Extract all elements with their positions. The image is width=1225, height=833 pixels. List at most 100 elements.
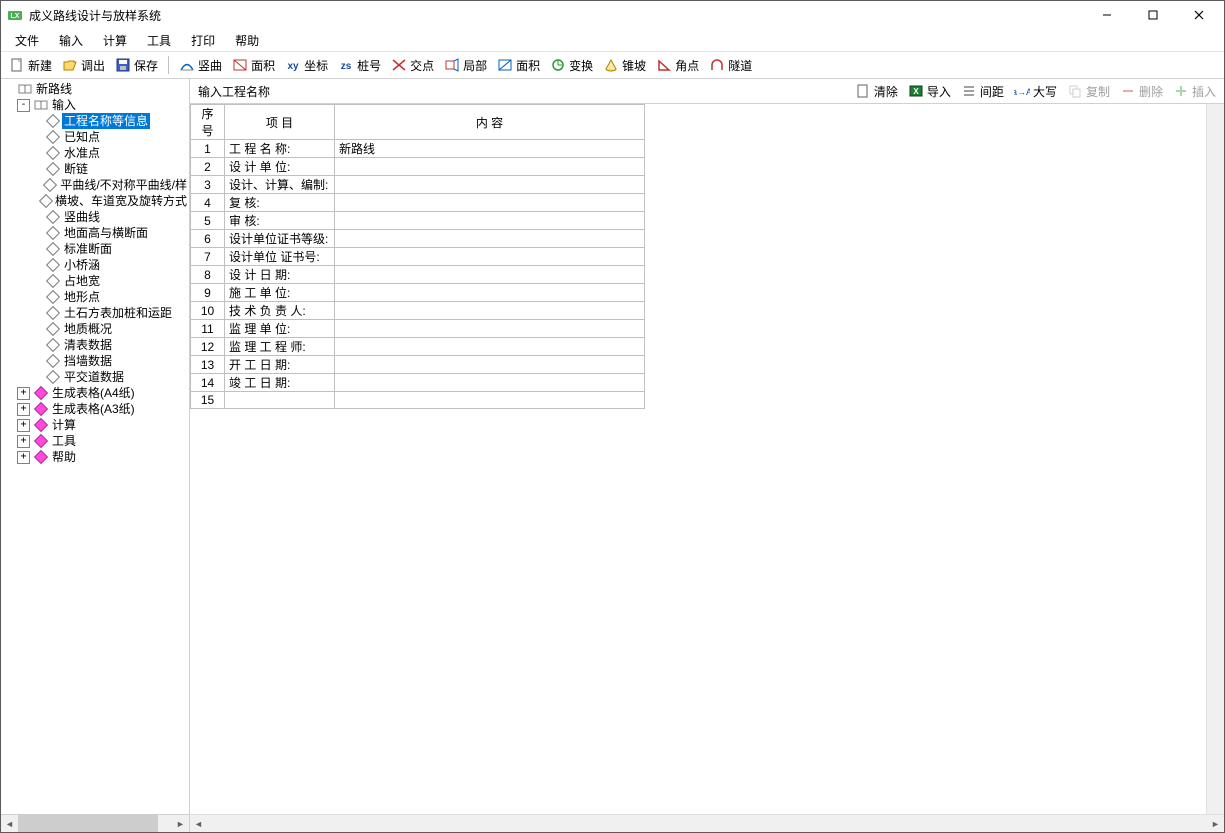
cell-item[interactable]: 设计单位 证书号:: [225, 248, 335, 266]
scroll-left-icon[interactable]: ◄: [1, 815, 18, 832]
tb-xy-button[interactable]: xy坐标: [281, 55, 332, 76]
tree-root[interactable]: 新路线: [3, 81, 189, 97]
row-header[interactable]: 9: [191, 284, 225, 302]
grid-row[interactable]: 9施 工 单 位:: [191, 284, 645, 302]
cell-item[interactable]: 复 核:: [225, 194, 335, 212]
editor-h-scrollbar[interactable]: ◄ ►: [190, 814, 1224, 832]
cell-item[interactable]: 监 理 工 程 师:: [225, 338, 335, 356]
tree-item[interactable]: 地面高与横断面: [31, 225, 189, 241]
grid-row[interactable]: 13开 工 日 期:: [191, 356, 645, 374]
row-header[interactable]: 12: [191, 338, 225, 356]
cell-content[interactable]: [335, 158, 645, 176]
cell-item[interactable]: 设计、计算、编制:: [225, 176, 335, 194]
tree-item[interactable]: 小桥涵: [31, 257, 189, 273]
tb-tunnel-button[interactable]: 隧道: [705, 55, 756, 76]
cell-item[interactable]: 竣 工 日 期:: [225, 374, 335, 392]
tree-section[interactable]: +帮助: [17, 449, 189, 465]
info-grid[interactable]: 序 号 项 目 内 容 1工 程 名 称:新路线2设 计 单 位:3设计、计算、…: [190, 104, 645, 409]
scroll-thumb[interactable]: [18, 815, 158, 832]
grid-row[interactable]: 2设 计 单 位:: [191, 158, 645, 176]
cell-item[interactable]: 设计单位证书等级:: [225, 230, 335, 248]
cell-item[interactable]: 技 术 负 责 人:: [225, 302, 335, 320]
tree-item[interactable]: 占地宽: [31, 273, 189, 289]
cell-content[interactable]: 新路线: [335, 140, 645, 158]
project-tree[interactable]: 新路线 - 输入 工程名称等信息已知点水准点断链平曲线/不对称平曲线/样: [3, 81, 189, 465]
cell-item[interactable]: 审 核:: [225, 212, 335, 230]
menu-1[interactable]: 输入: [49, 30, 93, 51]
grid-row[interactable]: 4复 核:: [191, 194, 645, 212]
cell-content[interactable]: [335, 302, 645, 320]
cell-content[interactable]: [335, 212, 645, 230]
tb-zs-button[interactable]: zs桩号: [334, 55, 385, 76]
tree-item[interactable]: 断链: [31, 161, 189, 177]
tree-section[interactable]: +生成表格(A3纸): [17, 401, 189, 417]
rt-import-button[interactable]: X导入: [904, 81, 955, 102]
row-header[interactable]: 2: [191, 158, 225, 176]
menu-4[interactable]: 打印: [181, 30, 225, 51]
grid-row[interactable]: 10技 术 负 责 人:: [191, 302, 645, 320]
scroll-left-icon[interactable]: ◄: [190, 815, 207, 832]
expand-icon[interactable]: +: [17, 403, 30, 416]
tb-angle-button[interactable]: 角点: [652, 55, 703, 76]
tree-item[interactable]: 工程名称等信息: [31, 113, 189, 129]
tree-item[interactable]: 清表数据: [31, 337, 189, 353]
close-button[interactable]: [1176, 1, 1222, 29]
grid-row[interactable]: 15: [191, 392, 645, 409]
col-header-seq[interactable]: 序 号: [191, 105, 225, 140]
tb-vcurve-button[interactable]: 竖曲: [175, 55, 226, 76]
maximize-button[interactable]: [1130, 1, 1176, 29]
tree-section[interactable]: +工具: [17, 433, 189, 449]
cell-content[interactable]: [335, 248, 645, 266]
tb-local-button[interactable]: 局部: [440, 55, 491, 76]
grid-row[interactable]: 5审 核:: [191, 212, 645, 230]
row-header[interactable]: 1: [191, 140, 225, 158]
cell-content[interactable]: [335, 284, 645, 302]
row-header[interactable]: 13: [191, 356, 225, 374]
grid-row[interactable]: 7设计单位 证书号:: [191, 248, 645, 266]
grid-row[interactable]: 1工 程 名 称:新路线: [191, 140, 645, 158]
rt-spacing-button[interactable]: 间距: [957, 81, 1008, 102]
tb-jd-button[interactable]: 交点: [387, 55, 438, 76]
grid-row[interactable]: 8设 计 日 期:: [191, 266, 645, 284]
scroll-right-icon[interactable]: ►: [172, 815, 189, 832]
grid-row[interactable]: 14竣 工 日 期:: [191, 374, 645, 392]
row-header[interactable]: 15: [191, 392, 225, 409]
tb-cone-button[interactable]: 锥坡: [599, 55, 650, 76]
tb-open-button[interactable]: 调出: [58, 55, 109, 76]
cell-content[interactable]: [335, 230, 645, 248]
grid-row[interactable]: 11监 理 单 位:: [191, 320, 645, 338]
row-header[interactable]: 11: [191, 320, 225, 338]
cell-content[interactable]: [335, 176, 645, 194]
cell-item[interactable]: 开 工 日 期:: [225, 356, 335, 374]
cell-content[interactable]: [335, 392, 645, 409]
tree-item[interactable]: 横坡、车道宽及旋转方式: [31, 193, 189, 209]
cell-item[interactable]: 施 工 单 位:: [225, 284, 335, 302]
col-header-content[interactable]: 内 容: [335, 105, 645, 140]
row-header[interactable]: 3: [191, 176, 225, 194]
tree-item[interactable]: 水准点: [31, 145, 189, 161]
menu-5[interactable]: 帮助: [225, 30, 269, 51]
scroll-right-icon[interactable]: ►: [1207, 815, 1224, 832]
cell-content[interactable]: [335, 266, 645, 284]
collapse-icon[interactable]: -: [17, 99, 30, 112]
tree-item[interactable]: 标准断面: [31, 241, 189, 257]
rt-clear-button[interactable]: 清除: [851, 81, 902, 102]
grid-row[interactable]: 6设计单位证书等级:: [191, 230, 645, 248]
tree-item[interactable]: 土石方表加桩和运距: [31, 305, 189, 321]
tree-input-group[interactable]: - 输入: [17, 97, 189, 113]
tb-trans-button[interactable]: 变换: [546, 55, 597, 76]
cell-content[interactable]: [335, 374, 645, 392]
cell-content[interactable]: [335, 320, 645, 338]
row-header[interactable]: 10: [191, 302, 225, 320]
row-header[interactable]: 5: [191, 212, 225, 230]
row-header[interactable]: 7: [191, 248, 225, 266]
row-header[interactable]: 4: [191, 194, 225, 212]
tree-section[interactable]: +生成表格(A4纸): [17, 385, 189, 401]
row-header[interactable]: 8: [191, 266, 225, 284]
rt-case-button[interactable]: a→A大写: [1010, 81, 1061, 102]
menu-3[interactable]: 工具: [137, 30, 181, 51]
cell-item[interactable]: 设 计 日 期:: [225, 266, 335, 284]
cell-item[interactable]: 设 计 单 位:: [225, 158, 335, 176]
tree-item[interactable]: 平曲线/不对称平曲线/样: [31, 177, 189, 193]
tb-area2-button[interactable]: 面积: [493, 55, 544, 76]
